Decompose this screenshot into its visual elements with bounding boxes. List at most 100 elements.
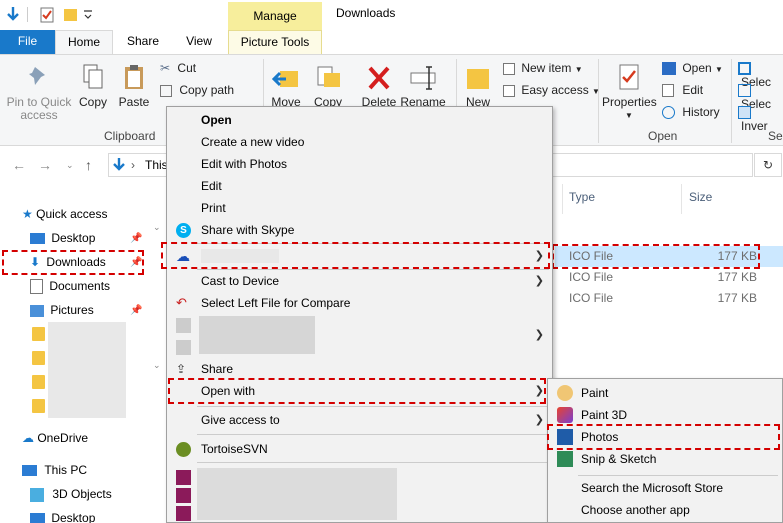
- new-folder-button[interactable]: New: [462, 63, 494, 109]
- submenu-item-store[interactable]: Search the Microsoft Store: [548, 477, 782, 499]
- cut-label: Cut: [177, 61, 197, 75]
- new-item-dropdown-icon: ▼: [574, 65, 583, 74]
- file-row[interactable]: ICO File 177 KB: [555, 267, 783, 288]
- move-to-button[interactable]: Move: [268, 63, 304, 109]
- paste-button[interactable]: Paste: [116, 63, 152, 109]
- copy-button[interactable]: Copy: [76, 63, 110, 109]
- menu-share-label: Share: [201, 362, 234, 376]
- nav-onedrive[interactable]: ☁ OneDrive: [22, 427, 88, 449]
- tab-picture-tools[interactable]: Picture Tools: [228, 30, 322, 54]
- nav-desktop-2[interactable]: Desktop: [30, 507, 95, 523]
- menu-cast-label: Cast to Device: [201, 274, 280, 288]
- submenu-item-paint[interactable]: Paint: [548, 382, 782, 404]
- manage-tab[interactable]: Manage: [228, 2, 322, 30]
- easy-access-button[interactable]: Easy access ▼: [503, 83, 600, 97]
- pin-icon[interactable]: 📌: [130, 305, 142, 316]
- menu-select-left-label: Select Left File for Compare: [201, 296, 351, 310]
- copy-path-button[interactable]: Copy path: [160, 83, 234, 97]
- menu-item-onedrive-blurred[interactable]: ☁ ❯: [167, 245, 552, 267]
- nav-downloads[interactable]: ⬇ Downloads: [30, 251, 106, 273]
- tab-share[interactable]: Share: [113, 30, 173, 54]
- rename-button[interactable]: Rename: [400, 63, 446, 109]
- edit-button[interactable]: Edit: [662, 83, 703, 98]
- expand-chevron-icon[interactable]: ⌄: [153, 222, 161, 233]
- menu-item-edit-photos[interactable]: Edit with Photos: [167, 153, 552, 175]
- new-item-button[interactable]: New item ▼: [503, 61, 583, 75]
- menu-item-create-video[interactable]: Create a new video: [167, 131, 552, 153]
- forward-arrow-icon[interactable]: →: [38, 157, 52, 173]
- back-arrow-icon[interactable]: ←: [12, 157, 26, 173]
- menu-item-print[interactable]: Print: [167, 197, 552, 219]
- menu-item-open[interactable]: Open: [167, 109, 552, 131]
- properties-check-icon[interactable]: [40, 6, 55, 23]
- pin-icon[interactable]: 📌: [130, 257, 142, 268]
- open-button[interactable]: Open ▼: [662, 61, 723, 76]
- submenu-snip-label: Snip & Sketch: [581, 452, 657, 466]
- submenu-store-label: Search the Microsoft Store: [581, 481, 724, 495]
- nav-documents[interactable]: Documents: [30, 275, 110, 297]
- file-row[interactable]: ICO File 177 KB: [555, 288, 783, 309]
- recent-dropdown-icon[interactable]: ⌄: [66, 160, 74, 171]
- properties-dropdown-icon[interactable]: ▼: [602, 109, 656, 122]
- new-folder-icon[interactable]: [63, 6, 78, 23]
- nav-quick-access[interactable]: ★ Quick access: [22, 203, 107, 225]
- submenu-item-choose[interactable]: Choose another app: [548, 499, 782, 521]
- menu-item-open-with[interactable]: Open with ❯: [167, 380, 552, 402]
- submenu-item-paint3d[interactable]: Paint 3D: [548, 404, 782, 426]
- column-size[interactable]: Size: [689, 190, 712, 204]
- up-arrow-icon[interactable]: ↑: [85, 157, 92, 173]
- blurred-menu-label: [199, 316, 315, 354]
- submenu-arrow-icon: ❯: [534, 250, 544, 262]
- open-group-label: Open: [648, 129, 678, 143]
- column-type[interactable]: Type: [569, 190, 595, 204]
- nav-this-pc[interactable]: This PC: [22, 459, 87, 481]
- history-label: History: [682, 105, 720, 119]
- menu-tortoise-label: TortoiseSVN: [201, 442, 268, 456]
- submenu-item-photos[interactable]: Photos: [548, 426, 782, 448]
- tab-file[interactable]: File: [0, 30, 55, 54]
- menu-item-edit[interactable]: Edit: [167, 175, 552, 197]
- address-chevron-icon: ›: [131, 158, 135, 172]
- menu-item-cast[interactable]: Cast to Device ❯: [167, 270, 552, 292]
- qat-dropdown-icon[interactable]: [83, 6, 93, 23]
- delete-x-icon: [368, 66, 390, 90]
- folder-icon: [32, 351, 45, 365]
- delete-button[interactable]: Delete: [360, 63, 398, 109]
- file-row[interactable]: ICO File 177 KB: [555, 246, 783, 267]
- skype-icon: S: [176, 223, 191, 238]
- history-button[interactable]: History: [662, 105, 720, 120]
- expand-chevron-icon[interactable]: ⌄: [153, 360, 161, 371]
- menu-item-select-left[interactable]: ↶ Select Left File for Compare: [167, 292, 552, 314]
- nav-onedrive-label: OneDrive: [37, 431, 89, 445]
- file-size: 177 KB: [717, 291, 757, 305]
- ribbon-separator: [731, 59, 732, 143]
- nav-desktop[interactable]: Desktop: [30, 227, 95, 249]
- open-with-submenu: Paint Paint 3D Photos Snip & Sketch Sear…: [547, 378, 783, 523]
- scissors-icon: ✂: [160, 61, 171, 75]
- menu-item-share-skype[interactable]: S Share with Skype: [167, 219, 552, 241]
- menu-item-tortoisesvn[interactable]: TortoiseSVN: [167, 438, 552, 460]
- menu-item-blurred-archives[interactable]: [167, 466, 552, 522]
- menu-item-give-access[interactable]: Give access to ❯: [167, 409, 552, 431]
- submenu-item-snip[interactable]: Snip & Sketch: [548, 448, 782, 470]
- copy-to-button[interactable]: Copy: [310, 63, 346, 109]
- pin-icon[interactable]: 📌: [130, 233, 142, 244]
- submenu-arrow-icon: ❯: [534, 275, 544, 287]
- tab-view[interactable]: View: [173, 30, 225, 54]
- down-arrow-icon[interactable]: [6, 6, 20, 23]
- submenu-arrow-icon: ❯: [534, 414, 544, 426]
- share-icon: ⇪: [176, 362, 187, 376]
- easy-access-label: Easy access: [521, 83, 589, 97]
- menu-item-share[interactable]: ⇪ Share: [167, 358, 552, 380]
- refresh-button[interactable]: ↻: [754, 153, 782, 177]
- properties-button[interactable]: Properties ▼: [602, 63, 657, 122]
- tab-home[interactable]: Home: [55, 30, 113, 55]
- pin-quick-access-button[interactable]: Pin to Quick access: [4, 63, 74, 122]
- menu-item-blurred[interactable]: ❯: [167, 314, 552, 358]
- cut-button[interactable]: ✂ Cut: [160, 61, 196, 75]
- nav-pictures[interactable]: Pictures: [30, 299, 94, 321]
- title-bar: Manage Downloads: [0, 0, 783, 30]
- tortoise-icon: [176, 442, 191, 457]
- nav-3d-objects[interactable]: 3D Objects: [30, 483, 112, 505]
- clipboard-group-label: Clipboard: [104, 129, 156, 143]
